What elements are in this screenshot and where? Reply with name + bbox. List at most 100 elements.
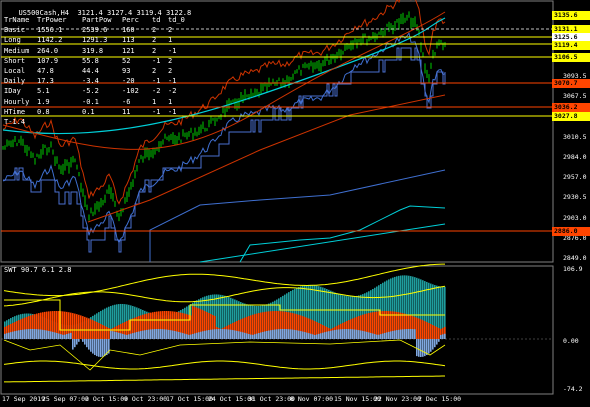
histogram-bar [416,339,418,357]
price-tick-label: 2957.0 [563,173,587,181]
histogram-bar [360,330,362,339]
histogram-bar [298,330,300,339]
table-cell: 1.9 [37,97,50,106]
table-cell: 0.1 [82,107,95,116]
time-tick-label: 2 Oct 15:00 [85,395,129,403]
table-cell: 1142.2 [37,36,63,45]
histogram-bar [262,331,264,339]
table-cell: -1 [152,77,161,86]
histogram-bar [76,314,78,339]
column-header: td [152,16,161,24]
histogram-bar [434,339,436,348]
histogram-bar [182,333,184,339]
histogram-bar [314,334,316,339]
histogram-bar [78,339,80,342]
histogram-bar [380,334,382,339]
histogram-bar [280,329,282,339]
histogram-bar [330,330,332,339]
table-cell: 2 [168,56,173,65]
histogram-bar [434,326,436,339]
histogram-bar [80,315,82,339]
histogram-bar [132,333,134,339]
histogram-bar [90,319,92,339]
histogram-bar [192,333,194,339]
table-cell: 52 [122,56,131,65]
histogram-bar [104,325,106,339]
histogram-bar [302,331,304,339]
table-cell: 2 [152,66,157,75]
table-cell: -1 [168,77,177,86]
histogram-bar [422,320,424,339]
histogram-bar [82,339,84,342]
histogram-bar [140,331,142,339]
histogram-bar [72,339,74,350]
histogram-bar [364,331,366,339]
histogram-bar [404,329,406,339]
table-cell: -1 [152,107,161,116]
histogram-bar [180,332,182,339]
histogram-bar [348,329,350,339]
histogram-bar [436,339,438,345]
histogram-bar [44,330,46,339]
histogram-bar [52,331,54,339]
table-cell: -5.2 [82,87,99,96]
table-cell: 2 [168,66,173,75]
table-cell: -0.1 [82,97,99,106]
histogram-bar [238,331,240,339]
histogram-bar [190,334,192,339]
histogram-bar [70,332,72,339]
histogram-bar [96,322,98,339]
histogram-bar [120,333,122,339]
histogram-bar [118,332,120,339]
histogram-bar [318,333,320,339]
table-row: IDay 5.1 -5.2 -102 -2 -2 [4,86,188,96]
histogram-bar [102,339,104,357]
price-level-tag: 3119.4 [552,41,590,50]
histogram-bar [86,317,88,339]
histogram-bar [100,323,102,339]
table-cell: 113 [122,36,135,45]
price-tick-label: 2903.0 [563,213,587,222]
time-tick-label: 8 Nov 07:00 [290,395,334,403]
histogram-bar [430,324,432,339]
histogram-bar [372,333,374,339]
histogram-bar [442,334,444,339]
histogram-bar [240,331,242,339]
histogram-bar [424,339,426,357]
histogram-bar [350,329,352,339]
histogram-bar [258,333,260,339]
table-cell: 2539.6 [82,26,108,35]
histogram-bar [396,330,398,339]
histogram-bar [130,333,132,339]
table-cell: Daily [4,77,26,86]
histogram-bar [68,333,70,339]
indicator-tick-label: -74.2 [563,385,583,393]
table-cell: -20 [122,77,135,86]
histogram-bar [246,333,248,339]
histogram-bar [416,317,418,339]
price-level-tag: 3135.6 [552,11,590,20]
histogram-bar [162,329,164,339]
price-tick-label: 2849.0 [563,254,587,262]
histogram-bar [138,331,140,339]
histogram-bar [354,329,356,339]
price-level-tag: 3106.5 [552,53,590,62]
histogram-bar [312,334,314,339]
column-header: td_0 [168,16,185,24]
histogram-bar [374,334,376,339]
histogram-bar [96,339,98,357]
histogram-bar [414,329,416,339]
histogram-bar [56,332,58,339]
histogram-bar [176,331,178,339]
histogram-bar [316,334,318,339]
histogram-bar [156,329,158,339]
histogram-bar [286,329,288,339]
histogram-bar [356,329,358,339]
histogram-bar [366,331,368,339]
histogram-bar [346,329,348,339]
histogram-bar [6,333,8,339]
table-row: Daily 17.3 -3.4 -20 -1 -1 [4,76,188,86]
histogram-bar [282,329,284,339]
histogram-bar [16,330,18,339]
histogram-bar [84,316,86,339]
